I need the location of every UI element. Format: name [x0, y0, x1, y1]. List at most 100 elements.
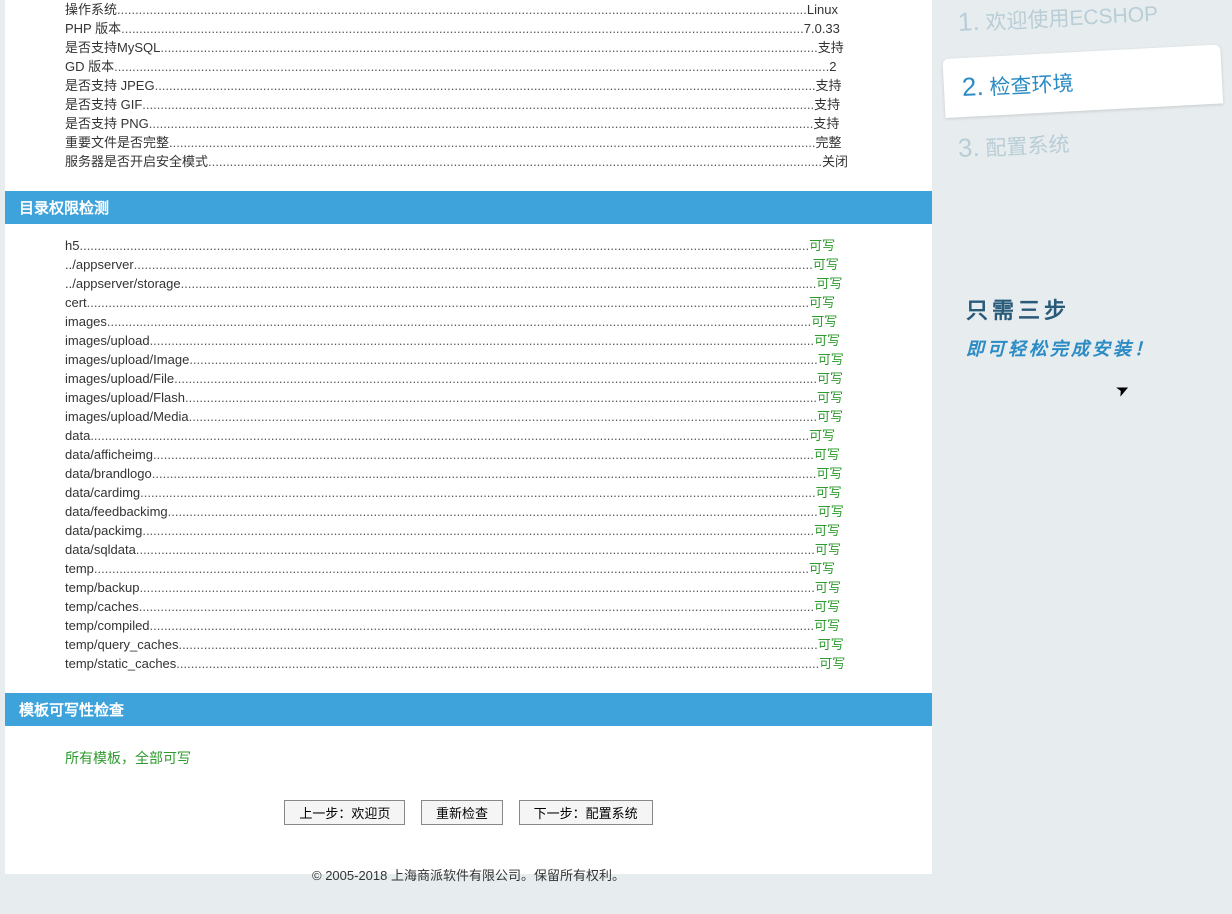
dots-filler: ........................................…	[155, 78, 816, 93]
info-value: 可写	[815, 542, 841, 557]
footer-copyright: © 2005-2018 上海商派软件有限公司。保留所有权利。	[5, 835, 932, 894]
slogan: 只需三步 即可轻松完成安装！	[940, 293, 1232, 361]
info-label: data/feedbackimg	[65, 502, 168, 521]
step-number: 3.	[957, 132, 980, 163]
info-value: 可写	[816, 485, 842, 500]
dots-filler: ........................................…	[79, 238, 809, 253]
dots-filler: ........................................…	[107, 314, 811, 329]
info-row: temp/caches.............................…	[65, 597, 922, 616]
info-value: 可写	[814, 599, 840, 614]
info-label: data/brandlogo	[65, 464, 152, 483]
info-label: ../appserver/storage	[65, 274, 181, 293]
dots-filler: ........................................…	[94, 561, 809, 576]
button-row: 上一步：欢迎页 重新检查 下一步：配置系统	[5, 778, 932, 835]
info-row: temp/query_caches.......................…	[65, 635, 922, 654]
dots-filler: ........................................…	[114, 59, 829, 74]
info-label: temp/backup	[65, 578, 139, 597]
dots-filler: ........................................…	[134, 257, 813, 272]
dots-filler: ........................................…	[174, 371, 817, 386]
info-label: data/sqldata	[65, 540, 136, 559]
section-header-dir-permissions: 目录权限检测	[5, 191, 932, 224]
info-label: images/upload/Image	[65, 350, 189, 369]
info-label: temp/compiled	[65, 616, 150, 635]
info-label: PHP 版本	[65, 19, 121, 38]
dots-filler: ........................................…	[150, 618, 815, 633]
step-3-configure: 3. 配置系统	[939, 111, 1232, 173]
info-label: 是否支持 PNG	[65, 114, 149, 133]
dots-filler: ........................................…	[142, 523, 814, 538]
info-value: 可写	[818, 637, 844, 652]
dots-filler: ........................................…	[121, 21, 804, 36]
info-value: 可写	[816, 466, 842, 481]
recheck-button[interactable]: 重新检查	[421, 800, 503, 825]
dots-filler: ........................................…	[185, 390, 817, 405]
info-row: data/packimg............................…	[65, 521, 922, 540]
info-row: temp/backup.............................…	[65, 578, 922, 597]
dots-filler: ........................................…	[153, 447, 814, 462]
info-row: images/upload/File......................…	[65, 369, 922, 388]
info-row: data....................................…	[65, 426, 922, 445]
dots-filler: ........................................…	[189, 409, 817, 424]
info-row: ../appserver/storage....................…	[65, 274, 922, 293]
next-button[interactable]: 下一步：配置系统	[519, 800, 653, 825]
info-label: h5	[65, 236, 79, 255]
info-label: images/upload/File	[65, 369, 174, 388]
info-value: 可写	[818, 352, 844, 367]
dots-filler: ........................................…	[142, 97, 814, 112]
info-row: images/upload...........................…	[65, 331, 922, 350]
info-label: temp/query_caches	[65, 635, 178, 654]
info-row: temp/static_caches......................…	[65, 654, 922, 673]
info-label: images/upload/Flash	[65, 388, 185, 407]
info-value: 可写	[809, 428, 835, 443]
dots-filler: ........................................…	[90, 428, 809, 443]
info-row: cert....................................…	[65, 293, 922, 312]
info-label: 服务器是否开启安全模式	[65, 152, 208, 171]
step-number: 2.	[961, 71, 984, 102]
info-label: data/cardimg	[65, 483, 140, 502]
info-row: 重要文件是否完整................................…	[65, 133, 922, 152]
info-label: images	[65, 312, 107, 331]
dots-filler: ........................................…	[139, 580, 814, 595]
info-value: 可写	[817, 371, 843, 386]
info-value: 完整	[816, 135, 842, 150]
info-value: 可写	[809, 561, 835, 576]
step-number: 1.	[957, 6, 980, 37]
slogan-line-2: 即可轻松完成安装！	[966, 335, 1232, 361]
dots-filler: ........................................…	[87, 295, 809, 310]
info-row: h5......................................…	[65, 236, 922, 255]
dots-filler: ........................................…	[117, 2, 807, 17]
info-label: GD 版本	[65, 57, 114, 76]
dots-filler: ........................................…	[152, 466, 817, 481]
info-value: 可写	[814, 447, 840, 462]
info-row: 服务器是否开启安全模式.............................…	[65, 152, 922, 171]
step-label: 配置系统	[985, 133, 1070, 160]
info-row: PHP 版本..................................…	[65, 19, 922, 38]
info-label: temp	[65, 559, 94, 578]
step-1-welcome: 1. 欢迎使用ECSHOP	[939, 0, 1232, 47]
info-row: data/afficheimg.........................…	[65, 445, 922, 464]
directory-permission-list: h5......................................…	[5, 236, 932, 683]
slogan-line-1: 只需三步	[966, 293, 1232, 325]
info-value: 可写	[814, 523, 840, 538]
sidebar: 1. 欢迎使用ECSHOP 2. 检查环境 3. 配置系统 只需三步 即可轻松完…	[940, 0, 1232, 874]
info-row: images..................................…	[65, 312, 922, 331]
content-scroll: 操作系统....................................…	[5, 0, 932, 914]
info-value: 可写	[813, 257, 839, 272]
step-2-check-env: 2. 检查环境	[942, 44, 1223, 117]
info-value: 支持	[816, 78, 842, 93]
prev-button[interactable]: 上一步：欢迎页	[284, 800, 405, 825]
info-value: 支持	[818, 40, 844, 55]
dots-filler: ........................................…	[189, 352, 817, 367]
info-row: temp....................................…	[65, 559, 922, 578]
info-label: 是否支持 JPEG	[65, 76, 155, 95]
info-row: images/upload/Flash.....................…	[65, 388, 922, 407]
step-label: 检查环境	[989, 72, 1074, 99]
info-label: temp/static_caches	[65, 654, 176, 673]
info-row: data/cardimg............................…	[65, 483, 922, 502]
info-row: 是否支持 JPEG...............................…	[65, 76, 922, 95]
dots-filler: ........................................…	[160, 40, 817, 55]
main-content: 操作系统....................................…	[5, 0, 932, 874]
info-value: Linux	[807, 2, 838, 17]
step-label: 欢迎使用ECSHOP	[985, 3, 1159, 35]
dots-filler: ........................................…	[139, 599, 814, 614]
